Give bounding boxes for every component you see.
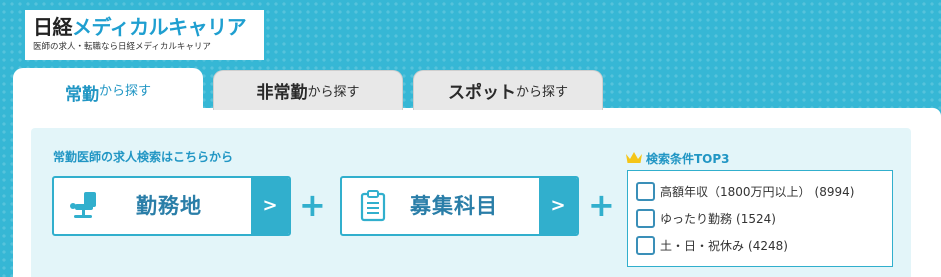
location-label: 勤務地 — [136, 194, 202, 218]
tab-spot[interactable]: スポット から探す — [413, 70, 603, 110]
clipboard-icon — [360, 190, 386, 226]
condition-high-income[interactable]: 高額年収（1800万円以上） (8994) — [636, 178, 892, 205]
top3-title: 検索条件TOP3 — [625, 150, 730, 167]
office-chair-icon — [68, 190, 102, 226]
specialty-button[interactable]: 募集科目 > — [340, 176, 579, 236]
condition-weekends-off[interactable]: 土・日・祝休み (4248) — [636, 232, 892, 259]
top3-conditions: 高額年収（1800万円以上） (8994) ゆったり勤務 (1524) 土・日・… — [627, 170, 893, 267]
condition-relaxed-work[interactable]: ゆったり勤務 (1524) — [636, 205, 892, 232]
condition-label: 土・日・祝休み — [660, 239, 745, 253]
tab-parttime-strong: 非常勤 — [256, 83, 308, 103]
logo-wordmark: 日経メディカルキャリア — [33, 15, 247, 39]
condition-label: 高額年収（1800万円以上） — [660, 185, 811, 199]
tab-fulltime[interactable]: 常勤 から探す — [13, 68, 203, 128]
specialty-label: 募集科目 — [410, 194, 498, 218]
condition-checkbox[interactable] — [636, 182, 655, 201]
tab-fulltime-strong: 常勤 — [64, 85, 99, 105]
logo-tagline: 医師の求人・転職なら日経メディカルキャリア — [33, 42, 211, 52]
tab-spot-strong: スポット — [447, 83, 516, 103]
condition-checkbox[interactable] — [636, 236, 655, 255]
tab-fulltime-rest: から探す — [98, 84, 151, 99]
tab-parttime-rest: から探す — [307, 85, 360, 100]
condition-count: (8994) — [814, 184, 855, 199]
plus-sign: + — [299, 186, 326, 224]
site-logo[interactable]: 日経メディカルキャリア 医師の求人・転職なら日経メディカルキャリア — [25, 10, 264, 60]
crown-icon — [625, 151, 643, 167]
condition-label: ゆったり勤務 — [660, 212, 733, 226]
tab-parttime[interactable]: 非常勤 から探す — [213, 70, 403, 110]
condition-count: (4248) — [748, 238, 788, 253]
location-button[interactable]: 勤務地 > — [52, 176, 291, 236]
specialty-arrow: > — [539, 178, 577, 234]
location-arrow: > — [251, 178, 289, 234]
condition-checkbox[interactable] — [636, 209, 655, 228]
tab-spot-rest: から探す — [515, 85, 568, 100]
condition-count: (1524) — [736, 211, 776, 226]
plus-sign: + — [588, 186, 615, 224]
top3-title-text: 検索条件TOP3 — [646, 152, 730, 166]
search-section-title: 常勤医師の求人検索はこちらから — [53, 150, 234, 164]
